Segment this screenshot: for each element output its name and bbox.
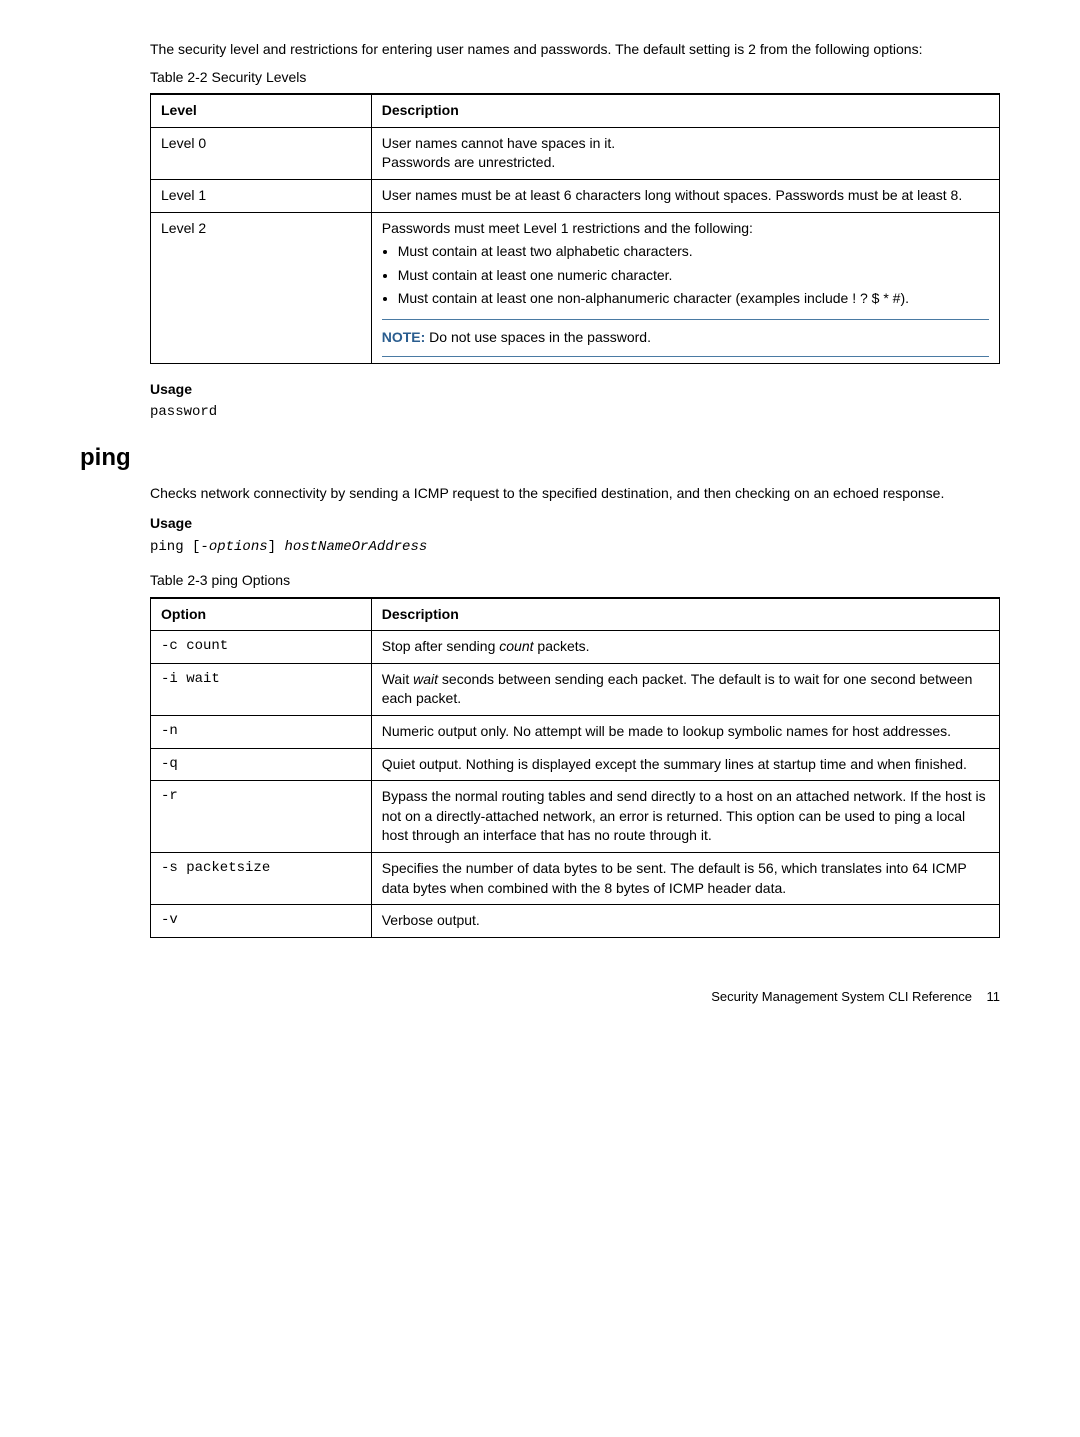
table-row: -q Quiet output. Nothing is displayed ex… xyxy=(151,748,1000,781)
page-number: 11 xyxy=(987,989,1001,1004)
opt-q-desc: Quiet output. Nothing is displayed excep… xyxy=(371,748,999,781)
footer-text: Security Management System CLI Reference xyxy=(711,989,972,1004)
note-label: NOTE: xyxy=(382,329,426,345)
code-host: hostNameOrAddress xyxy=(284,539,427,555)
opt-q: -q xyxy=(151,748,372,781)
opt-c-count: -c count xyxy=(151,631,372,664)
header-option: Option xyxy=(151,598,372,631)
header-description: Description xyxy=(371,94,999,127)
opt-s-packetsize: -s packetsize xyxy=(151,853,372,905)
ping-usage-code: ping [-options] hostNameOrAddress xyxy=(150,538,1000,558)
ping-options-table: Option Description -c count Stop after s… xyxy=(150,597,1000,938)
table-row: -r Bypass the normal routing tables and … xyxy=(151,781,1000,853)
note-box: NOTE: Do not use spaces in the password. xyxy=(382,319,989,357)
table-row: Level 1 User names must be at least 6 ch… xyxy=(151,179,1000,212)
text-em: count xyxy=(499,638,533,654)
usage-heading: Usage xyxy=(150,514,1000,534)
table-row: Level 0 User names cannot have spaces in… xyxy=(151,127,1000,179)
intro-paragraph: The security level and restrictions for … xyxy=(150,40,1000,60)
usage-code: password xyxy=(150,403,1000,423)
cell-level-1: Level 1 xyxy=(151,179,372,212)
table-row: -v Verbose output. xyxy=(151,905,1000,938)
text: Passwords are unrestricted. xyxy=(382,154,556,170)
code-options: options xyxy=(209,539,268,555)
opt-r: -r xyxy=(151,781,372,853)
list-item: Must contain at least two alphabetic cha… xyxy=(398,242,989,262)
text-em: wait xyxy=(413,671,438,687)
table-header-row: Option Description xyxy=(151,598,1000,631)
cell-level-2-desc: Passwords must meet Level 1 restrictions… xyxy=(371,212,999,363)
list-item: Must contain at least one numeric charac… xyxy=(398,266,989,286)
text: packets. xyxy=(534,638,590,654)
opt-i-wait: -i wait xyxy=(151,663,372,715)
text: seconds between sending each packet. The… xyxy=(382,671,973,707)
text: User names cannot have spaces in it. xyxy=(382,135,615,151)
text: Stop after sending xyxy=(382,638,500,654)
table-header-row: Level Description xyxy=(151,94,1000,127)
opt-n: -n xyxy=(151,716,372,749)
header-description: Description xyxy=(371,598,999,631)
table-2-2-caption: Table 2-2 Security Levels xyxy=(150,68,1000,88)
cell-level-0-desc: User names cannot have spaces in it. Pas… xyxy=(371,127,999,179)
table-row: -n Numeric output only. No attempt will … xyxy=(151,716,1000,749)
cell-level-2: Level 2 xyxy=(151,212,372,363)
opt-r-desc: Bypass the normal routing tables and sen… xyxy=(371,781,999,853)
opt-i-wait-desc: Wait wait seconds between sending each p… xyxy=(371,663,999,715)
cell-level-0: Level 0 xyxy=(151,127,372,179)
opt-c-count-desc: Stop after sending count packets. xyxy=(371,631,999,664)
opt-v: -v xyxy=(151,905,372,938)
table-row: -c count Stop after sending count packet… xyxy=(151,631,1000,664)
header-level: Level xyxy=(151,94,372,127)
table-2-3-caption: Table 2-3 ping Options xyxy=(150,571,1000,591)
code-text: ] xyxy=(268,539,285,555)
list-item: Must contain at least one non-alphanumer… xyxy=(398,289,989,309)
bullet-list: Must contain at least two alphabetic cha… xyxy=(384,242,989,309)
opt-v-desc: Verbose output. xyxy=(371,905,999,938)
table-row: -s packetsize Specifies the number of da… xyxy=(151,853,1000,905)
opt-s-packetsize-desc: Specifies the number of data bytes to be… xyxy=(371,853,999,905)
ping-description: Checks network connectivity by sending a… xyxy=(150,484,1000,504)
opt-n-desc: Numeric output only. No attempt will be … xyxy=(371,716,999,749)
page-footer: Security Management System CLI Reference… xyxy=(80,988,1000,1006)
usage-heading: Usage xyxy=(150,380,1000,400)
ping-heading: ping xyxy=(80,441,1000,475)
cell-level-1-desc: User names must be at least 6 characters… xyxy=(371,179,999,212)
table-row: Level 2 Passwords must meet Level 1 rest… xyxy=(151,212,1000,363)
table-row: -i wait Wait wait seconds between sendin… xyxy=(151,663,1000,715)
note-text: Do not use spaces in the password. xyxy=(425,329,651,345)
code-text: ping [- xyxy=(150,539,209,555)
text: Passwords must meet Level 1 restrictions… xyxy=(382,220,753,236)
security-levels-table: Level Description Level 0 User names can… xyxy=(150,93,1000,363)
text: Wait xyxy=(382,671,413,687)
